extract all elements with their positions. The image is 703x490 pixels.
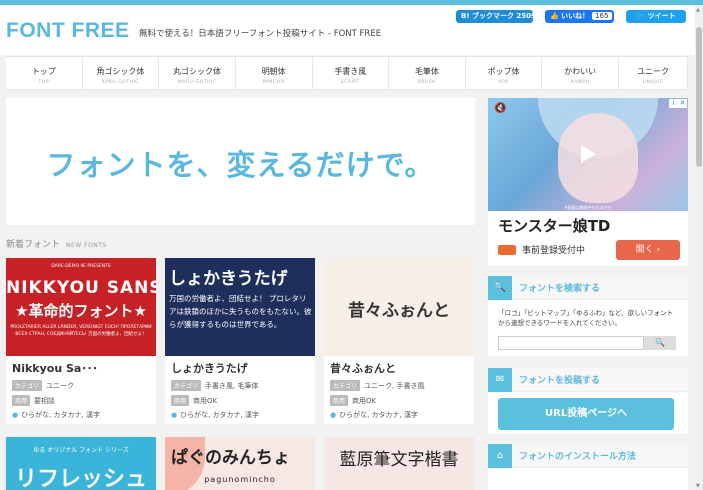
nav-item-top[interactable]: トップ TOP [6,57,82,89]
install-icon: ⌂ [488,443,512,468]
search-widget: 🔍 フォントを検索する 「ロゴ」「ビットマップ」「ゆるふわ」など、欲しいフォント… [488,275,688,356]
font-preview-image[interactable]: しょかきうたげ 万国の労働者よ、団結せよ！ プロレタリアは鉄鎖のほかに失うものを… [165,258,315,356]
tweet-label: ツイート [647,12,676,20]
facebook-like-button[interactable]: 👍 いいね！ 165 [545,10,614,23]
play-icon[interactable] [581,145,596,163]
search-icon: 🔍 [488,275,512,300]
nav-item-pop[interactable]: ポップ体 POP [464,57,542,89]
font-preview-image[interactable]: 藍原筆文字楷書 [324,437,474,490]
nav-item-script[interactable]: 手書き風 SCRIPT [311,57,389,89]
search-input[interactable] [498,336,644,350]
font-license: 商用 商用OK [324,393,474,408]
search-submit-button[interactable]: 🔍 [644,336,676,350]
nav-item-kaku-gothic[interactable]: 角ゴシック体 KAKU-GOTHIC [81,57,159,89]
close-icon[interactable]: ✕ [678,99,687,108]
font-card[interactable]: 藍原筆文字楷書 [324,437,474,490]
font-chars: ● ひらがな, カタカナ, 漢字 [330,411,419,419]
font-chars: ● ひらがな, カタカナ, 漢字 [171,411,260,419]
adchoices-icon[interactable]: i [669,99,678,108]
site-tagline: 無料で使える！日本語フリーフォント投稿サイト - FONT FREE [139,29,382,39]
font-category: カテゴリ ユニーク [6,378,156,393]
font-name-link[interactable]: 昔々ふぉんと [324,356,474,378]
widget-title: フォントを投稿する [519,376,601,386]
site-logo[interactable]: FONT FREE [6,19,130,43]
magnifier-icon: 🔍 [655,338,665,347]
font-card[interactable]: ゆる オリジナル フォント シリーズ リフレッシュ [6,437,156,490]
nav-item-maru-gothic[interactable]: 丸ゴシック体 MARU-GOTHIC [158,57,235,89]
mail-icon: ✉ [488,367,512,392]
font-category: カテゴリ ユニーク, 手書き風 [324,378,474,393]
fb-label: いいね！ [561,12,590,20]
nav-item-kawaii[interactable]: かわいい KAWAII [541,57,618,89]
site-header: FONT FREE 無料で使える！日本語フリーフォント投稿サイト - FONT … [0,5,695,55]
widget-title: フォントを検索する [519,284,601,294]
tag-icon: ● [12,411,19,419]
font-chars: ● ひらがな, カタカナ, 漢字 [12,411,101,419]
ad-title[interactable]: モンスター娘TD [498,215,610,236]
nav-item-brush[interactable]: 毛筆体 BRUSH [388,57,465,89]
nav-item-unique[interactable]: ユニーク UNIQUE [618,57,688,89]
scroll-thumb[interactable] [696,27,702,167]
sidebar-ad[interactable]: 🔇 i ✕ ※画面は開発中のものです モンスター娘TD 事前登録受付中 開く › [488,98,688,266]
ad-video[interactable]: 🔇 i ✕ ※画面は開発中のものです [488,98,688,211]
app-badge-icon [498,244,516,255]
page-scrollbar[interactable]: ▲ ▼ [695,5,703,490]
hatena-label: B! ブックマーク [461,12,514,20]
font-preview-image[interactable]: ぱぐのみんちょ pagunomincho [165,437,315,490]
font-preview-image[interactable]: ゆる オリジナル フォント シリーズ リフレッシュ [6,437,156,490]
font-card[interactable]: ぱぐのみんちょ pagunomincho [165,437,315,490]
font-card[interactable]: しょかきうたげ 万国の労働者よ、団結せよ！ プロレタリアは鉄鎖のほかに失うものを… [165,258,315,424]
scroll-down-arrow[interactable]: ▼ [696,483,700,489]
widget-title: フォントのインストール方法 [519,452,636,462]
font-card[interactable]: 昔々ふぉんと 昔々ふぉんと カテゴリ ユニーク, 手書き風 商用 商用OK ● ひらが… [324,258,474,424]
font-license: 商用 商用OK [165,393,315,408]
font-name-link[interactable]: しょかきうたげ [165,356,315,378]
nav-item-mincho[interactable]: 明朝体 MINCHO [234,57,312,89]
ad-caption: ※画面は開発中のものです [564,205,612,210]
tag-icon: ● [171,411,178,419]
hatena-count: 2509 [516,12,536,20]
category-nav: トップ TOP 角ゴシック体 KAKU-GOTHIC 丸ゴシック体 MARU-GOTH… [6,56,688,90]
font-card[interactable]: DARE-DEMO IIE PRESENTS NIKKYOU SANS ★革命的… [6,258,156,424]
hatena-bookmark-button[interactable]: B! ブックマーク 2509 [456,10,536,23]
ad-open-button[interactable]: 開く › [616,240,680,260]
post-widget: ✉ フォントを投稿する URL投稿ページへ [488,367,688,434]
url-post-button[interactable]: URL投稿ページへ [498,398,674,430]
thumbs-up-icon: 👍 [550,12,559,20]
font-name-link[interactable]: Nikkyou Sa･･･ [6,356,156,378]
mute-icon[interactable]: 🔇 [494,103,506,115]
hero-banner: フォントを、変えるだけで。 [6,98,475,225]
font-license: 商用 要相談 [6,393,156,408]
search-description: 「ロゴ」「ビットマップ」「ゆるふわ」など、欲しいフォントから連想できるワードを入… [498,309,674,327]
font-preview-image[interactable]: DARE-DEMO IIE PRESENTS NIKKYOU SANS ★革命的… [6,258,156,356]
ad-subtitle: 事前登録受付中 [498,243,585,256]
fb-count: 165 [592,12,612,20]
new-fonts-heading: 新着フォント NEW FONTS [6,240,107,250]
install-widget: ⌂ フォントのインストール方法 [488,443,688,490]
font-category: カテゴリ 手書き風, 毛筆体 [165,378,315,393]
tag-icon: ● [330,411,337,419]
scroll-up-arrow[interactable]: ▲ [696,7,700,13]
tweet-button[interactable]: 🐦 ツイート [626,10,686,23]
font-preview-image[interactable]: 昔々ふぉんと [324,258,474,356]
hero-text: フォントを、変えるだけで。 [46,148,435,182]
twitter-bird-icon: 🐦 [636,12,646,20]
